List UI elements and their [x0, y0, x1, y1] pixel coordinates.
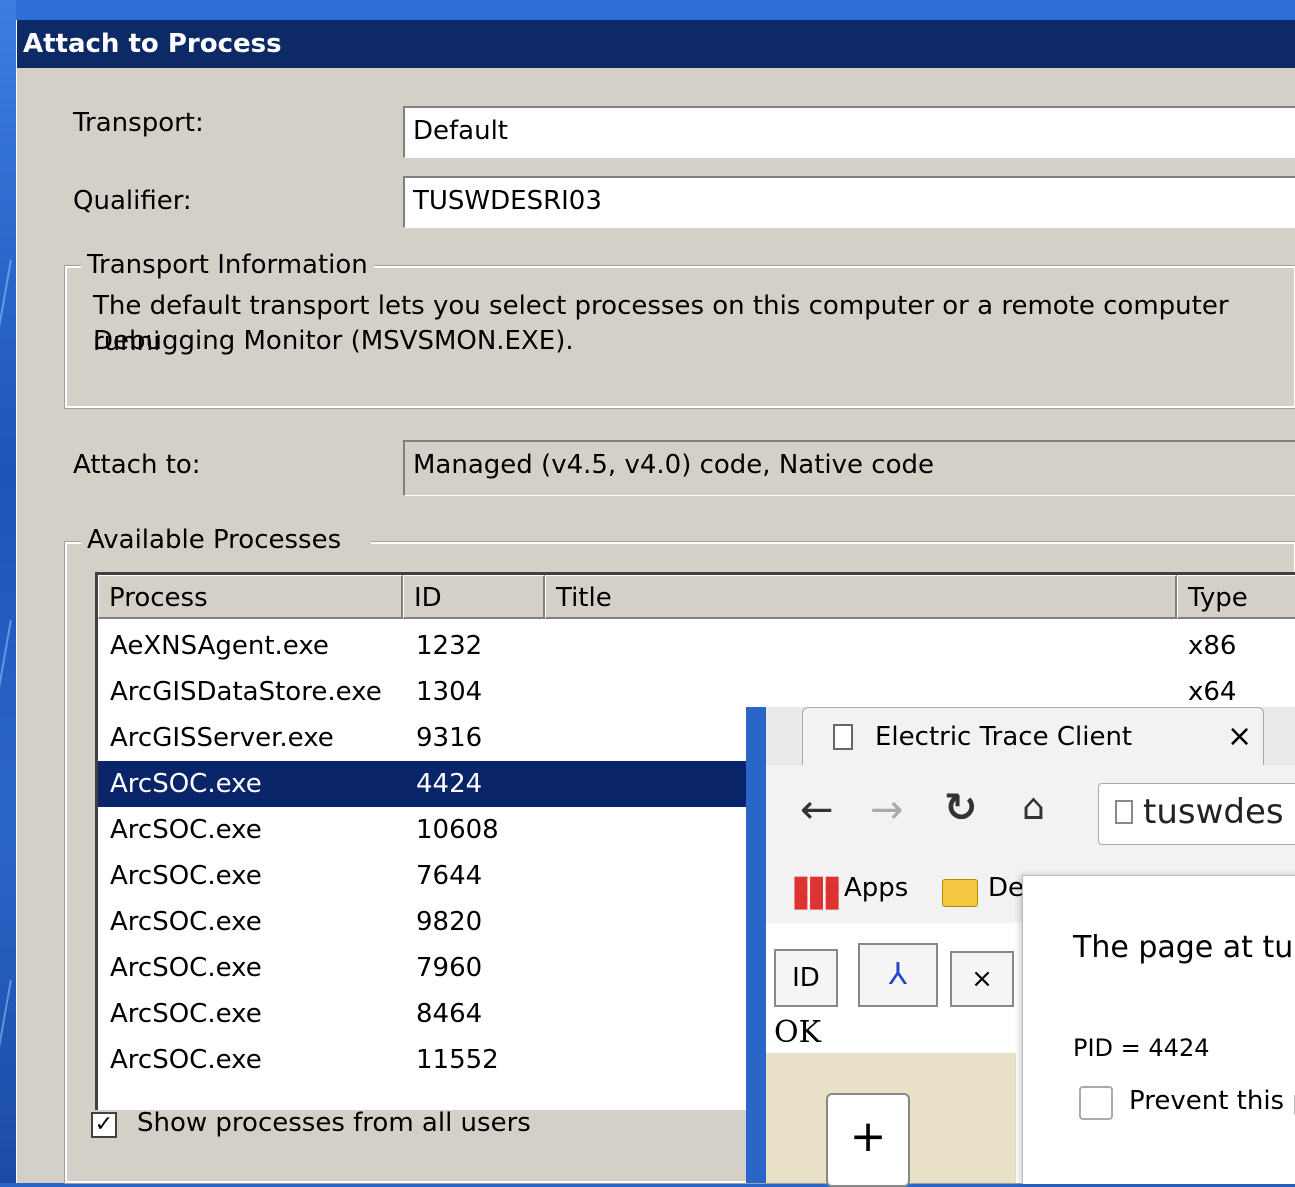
transport-info-title: Transport Information: [81, 250, 374, 280]
qualifier-combobox[interactable]: TUSWDESRI03: [403, 176, 1295, 228]
dialog-title: Attach to Process: [17, 20, 1295, 68]
prevent-label: Prevent this p: [1129, 1086, 1295, 1116]
process-id: 8464: [416, 999, 483, 1029]
process-name: ArcSOC.exe: [110, 907, 262, 937]
column-header-id[interactable]: ID: [403, 575, 545, 619]
address-bar[interactable]: tuswdes: [1098, 783, 1295, 845]
desktop-top-strip: [0, 0, 1295, 20]
process-name: ArcSOC.exe: [110, 999, 262, 1029]
process-name: ArcSOC.exe: [110, 861, 262, 891]
process-id: 10608: [416, 815, 499, 845]
bookmark-folder[interactable]: De: [988, 873, 1024, 903]
browser-frame: Electric Trace Client × ← → ↻ ⌂ tuswdes …: [766, 707, 1295, 1187]
reload-icon[interactable]: ↻: [944, 785, 978, 831]
back-arrow-icon[interactable]: ←: [800, 787, 834, 833]
address-text: tuswdes: [1143, 792, 1284, 832]
process-name: ArcSOC.exe: [110, 1045, 262, 1075]
browser-toolbar: ← → ↻ ⌂ tuswdes: [766, 765, 1295, 863]
tool-id-button[interactable]: ID: [774, 949, 838, 1007]
process-id: 11552: [416, 1045, 499, 1075]
process-id: 9820: [416, 907, 483, 937]
page-icon: [833, 724, 853, 750]
checkmark-icon: ✓: [94, 1112, 114, 1137]
alert-message: The page at tu: [1073, 930, 1294, 965]
desktop-background: [0, 0, 22, 1183]
process-id: 7644: [416, 861, 483, 891]
process-name: ArcSOC.exe: [110, 815, 262, 845]
column-header-process[interactable]: Process: [98, 575, 403, 619]
process-id: 1232: [416, 631, 483, 661]
browser-tab[interactable]: Electric Trace Client ×: [802, 707, 1264, 766]
process-id: 7960: [416, 953, 483, 983]
forward-arrow-icon[interactable]: →: [870, 787, 904, 833]
trace-tool-icon[interactable]: ⅄: [858, 943, 938, 1007]
column-header-title[interactable]: Title: [545, 575, 1177, 619]
home-icon[interactable]: ⌂: [1022, 787, 1045, 828]
tab-close-icon[interactable]: ×: [1227, 708, 1252, 766]
apps-grid-icon: ▪▪▪ ▪▪▪ ▪▪▪: [792, 867, 841, 917]
ok-text: OK: [774, 1015, 822, 1050]
process-id: 4424: [416, 769, 483, 799]
transport-label: Transport:: [73, 108, 204, 138]
process-name: ArcSOC.exe: [110, 769, 262, 799]
show-all-users-label: Show processes from all users: [137, 1108, 531, 1138]
process-id: 1304: [416, 677, 483, 707]
tool-close-button[interactable]: ×: [950, 951, 1014, 1007]
transport-combobox[interactable]: Default: [403, 106, 1295, 158]
browser-window: Electric Trace Client × ← → ↻ ⌂ tuswdes …: [746, 707, 1295, 1187]
process-name: AeXNSAgent.exe: [110, 631, 329, 661]
page-icon: [1115, 800, 1133, 824]
column-header-type[interactable]: Type: [1177, 575, 1295, 619]
available-processes-title: Available Processes: [81, 525, 372, 555]
attach-to-label: Attach to:: [73, 450, 201, 480]
bookmark-apps[interactable]: Apps: [844, 873, 908, 903]
transport-info-line2: Debugging Monitor (MSVSMON.EXE).: [93, 326, 574, 356]
zoom-in-button[interactable]: +: [826, 1093, 910, 1187]
attach-to-field[interactable]: Managed (v4.5, v4.0) code, Native code: [403, 440, 1295, 496]
web-page: ID ⅄ × OK + The page at tu PID = 4424 Pr…: [766, 875, 1295, 1187]
process-id: 9316: [416, 723, 483, 753]
process-name: ArcGISDataStore.exe: [110, 677, 382, 707]
process-name: ArcGISServer.exe: [110, 723, 334, 753]
map-view[interactable]: +: [766, 1053, 1016, 1187]
qualifier-label: Qualifier:: [73, 186, 192, 216]
folder-icon: [942, 879, 978, 907]
process-row[interactable]: AeXNSAgent.exe 1232 x86: [98, 623, 1295, 669]
tab-title: Electric Trace Client: [875, 722, 1133, 752]
alert-dialog: The page at tu PID = 4424 Prevent this p: [1022, 875, 1295, 1184]
show-all-users-checkbox[interactable]: ✓: [91, 1112, 117, 1138]
process-name: ArcSOC.exe: [110, 953, 262, 983]
process-type: x86: [1188, 631, 1237, 661]
prevent-checkbox[interactable]: [1079, 1086, 1113, 1120]
alert-pid: PID = 4424: [1073, 1034, 1210, 1062]
